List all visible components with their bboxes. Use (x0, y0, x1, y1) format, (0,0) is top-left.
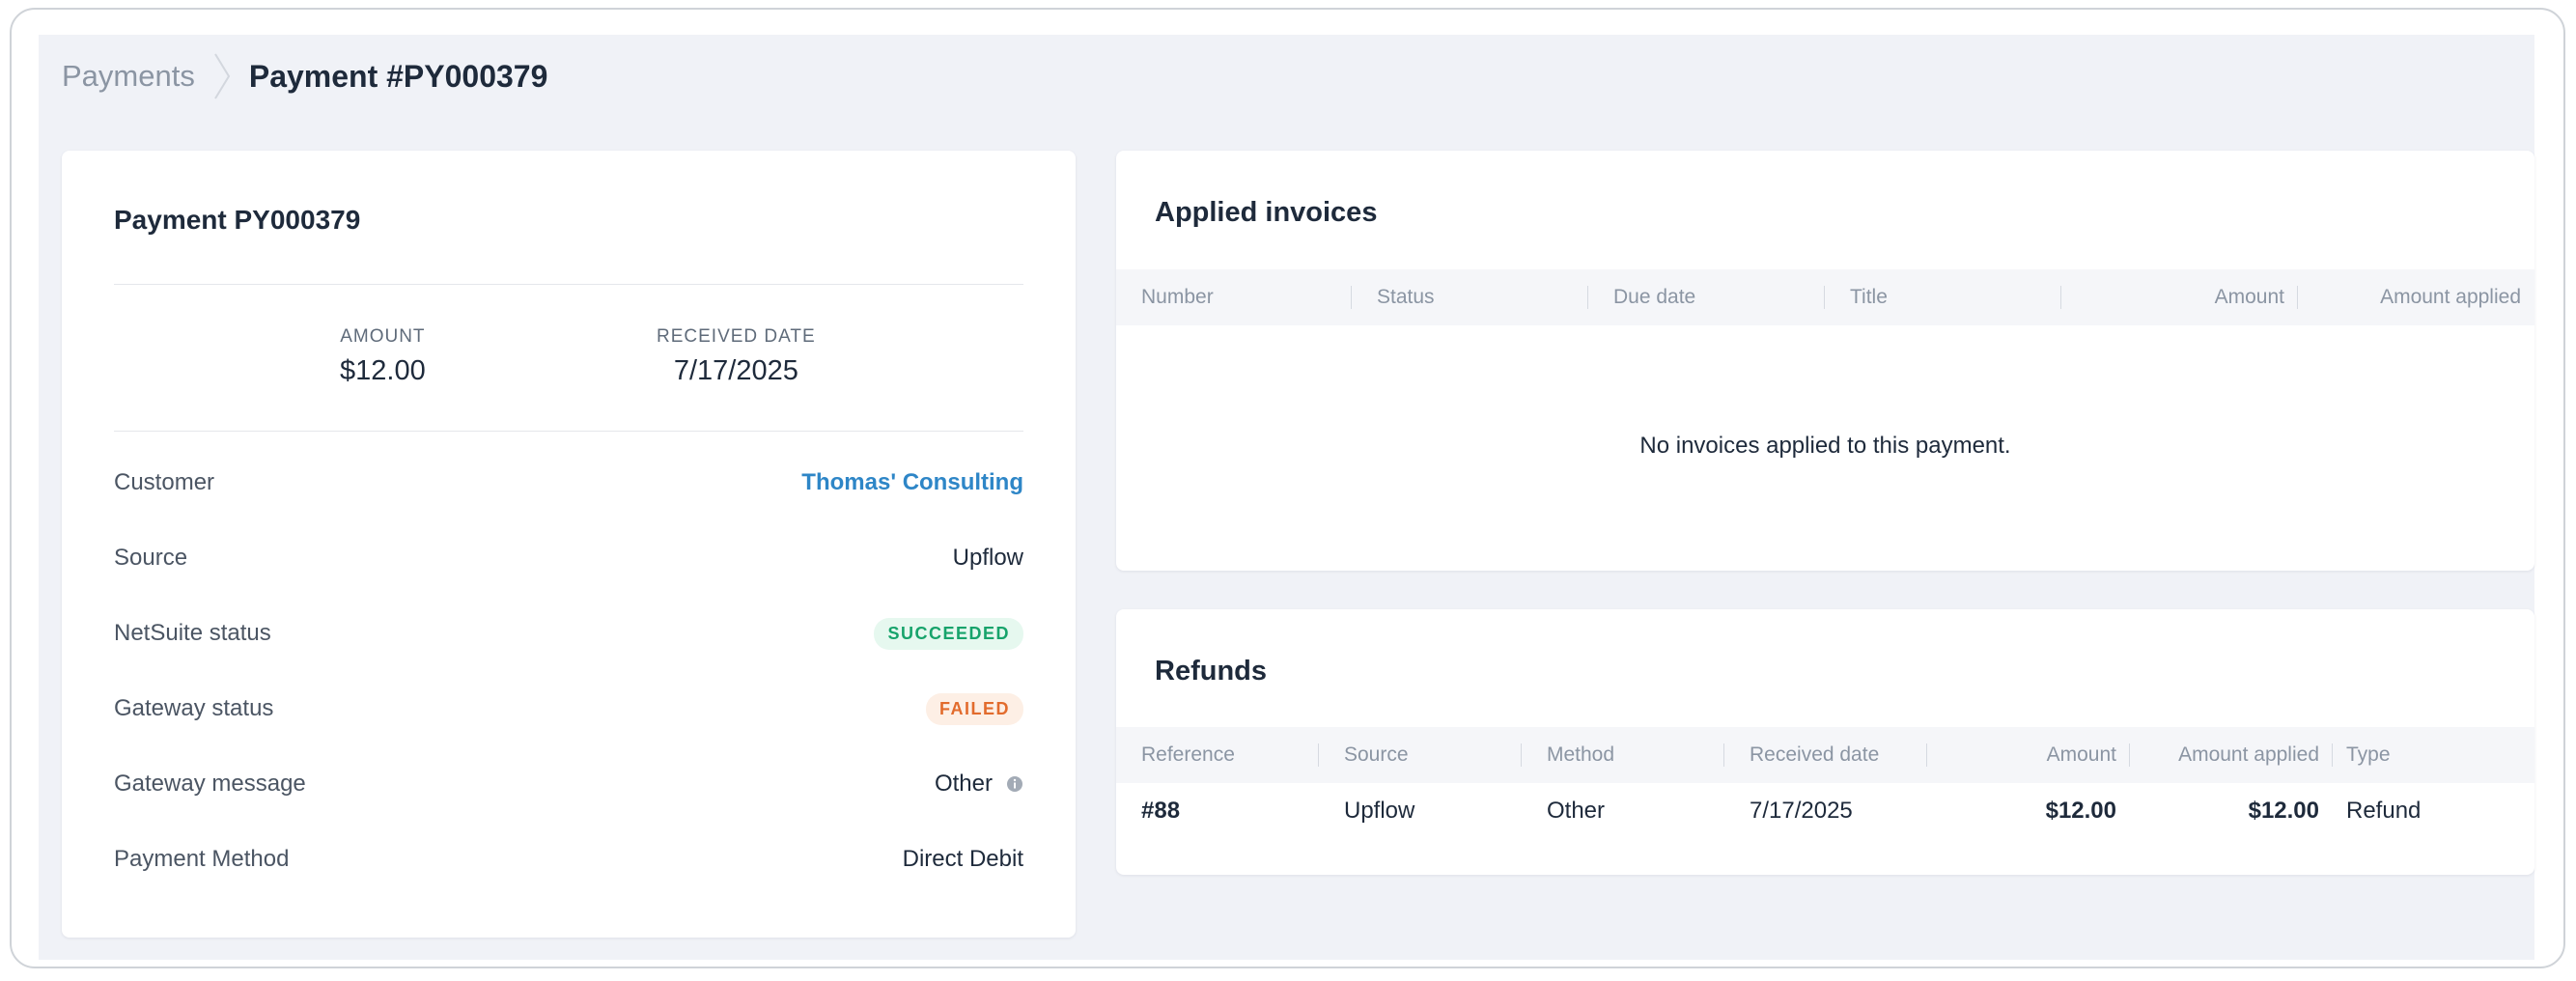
info-icon[interactable] (1006, 775, 1023, 793)
column-header-amount[interactable]: Amount (2061, 269, 2298, 325)
received-date-label: RECEIVED DATE (657, 326, 816, 347)
payment-method-value: Direct Debit (902, 846, 1023, 872)
refund-source: Upflow (1344, 798, 1415, 824)
column-header-status[interactable]: Status (1352, 269, 1588, 325)
received-date-kpi: RECEIVED DATE 7/17/2025 (657, 326, 816, 387)
payment-method-row: Payment Method Direct Debit (114, 840, 1023, 879)
column-header-title[interactable]: Title (1825, 269, 2061, 325)
column-header-due-date[interactable]: Due date (1588, 269, 1825, 325)
received-date-value: 7/17/2025 (673, 355, 798, 386)
divider (114, 431, 1023, 432)
column-header-amount[interactable]: Amount (1927, 727, 2130, 783)
invoices-table-header: Number Status Due date Title Amount Amou… (1116, 269, 2534, 325)
column-header-type[interactable]: Type (2333, 727, 2534, 783)
payment-method-label: Payment Method (114, 846, 290, 872)
column-header-number[interactable]: Number (1116, 269, 1352, 325)
breadcrumb: Payments Payment #PY000379 (62, 52, 547, 100)
refund-type: Refund (2346, 798, 2422, 824)
amount-kpi: AMOUNT $12.00 (340, 326, 426, 387)
refund-amount: $12.00 (2045, 798, 2116, 824)
applied-invoices-title: Applied invoices (1155, 197, 1378, 228)
column-header-amount-applied[interactable]: Amount applied (2130, 727, 2333, 783)
customer-row: Customer Thomas' Consulting (114, 463, 1023, 502)
netsuite-status-badge: SUCCEEDED (874, 617, 1023, 650)
chevron-right-icon (195, 52, 249, 100)
refund-reference[interactable]: #88 (1116, 783, 1319, 839)
column-header-received-date[interactable]: Received date (1724, 727, 1927, 783)
gateway-message-row: Gateway message Other (114, 765, 1023, 803)
gateway-message-label: Gateway message (114, 771, 306, 797)
refunds-card: Refunds Reference Source Method Received… (1116, 609, 2534, 875)
app-frame: Payments Payment #PY000379 Payment PY000… (10, 8, 2565, 968)
customer-label: Customer (114, 469, 215, 495)
divider (114, 284, 1023, 285)
gateway-message-text: Other (934, 771, 993, 797)
gateway-message-value: Other (935, 771, 1023, 798)
refund-method: Other (1547, 798, 1606, 824)
column-header-method[interactable]: Method (1522, 727, 1724, 783)
column-header-amount-applied[interactable]: Amount applied (2298, 269, 2534, 325)
column-header-reference[interactable]: Reference (1116, 727, 1319, 783)
netsuite-status-label: NetSuite status (114, 620, 271, 646)
gateway-status-row: Gateway status FAILED (114, 689, 1023, 728)
refunds-title: Refunds (1155, 656, 1267, 687)
refunds-table-header: Reference Source Method Received date Am… (1116, 727, 2534, 783)
column-header-source[interactable]: Source (1319, 727, 1522, 783)
source-value: Upflow (952, 545, 1023, 571)
customer-link[interactable]: Thomas' Consulting (801, 469, 1023, 496)
refund-amount-applied: $12.00 (2248, 798, 2319, 824)
gateway-status-label: Gateway status (114, 695, 274, 721)
source-label: Source (114, 545, 188, 571)
amount-value: $12.00 (340, 355, 426, 386)
table-row[interactable]: #88 Upflow Other 7/17/2025 $12.00 $12.00… (1116, 783, 2534, 839)
breadcrumb-payments-link[interactable]: Payments (62, 59, 195, 94)
payment-detail-card: Payment PY000379 AMOUNT $12.00 RECEIVED … (62, 151, 1076, 938)
page-title: Payment #PY000379 (248, 58, 548, 94)
netsuite-status-row: NetSuite status SUCCEEDED (114, 614, 1023, 653)
invoices-empty-message: No invoices applied to this payment. (1639, 433, 2011, 459)
page-canvas: Payments Payment #PY000379 Payment PY000… (39, 35, 2534, 960)
gateway-status-badge: FAILED (925, 692, 1023, 725)
refund-received-date: 7/17/2025 (1750, 798, 1853, 824)
amount-label: AMOUNT (340, 326, 426, 347)
source-row: Source Upflow (114, 539, 1023, 577)
applied-invoices-card: Applied invoices Number Status Due date … (1116, 151, 2534, 571)
payment-heading: Payment PY000379 (114, 205, 361, 235)
